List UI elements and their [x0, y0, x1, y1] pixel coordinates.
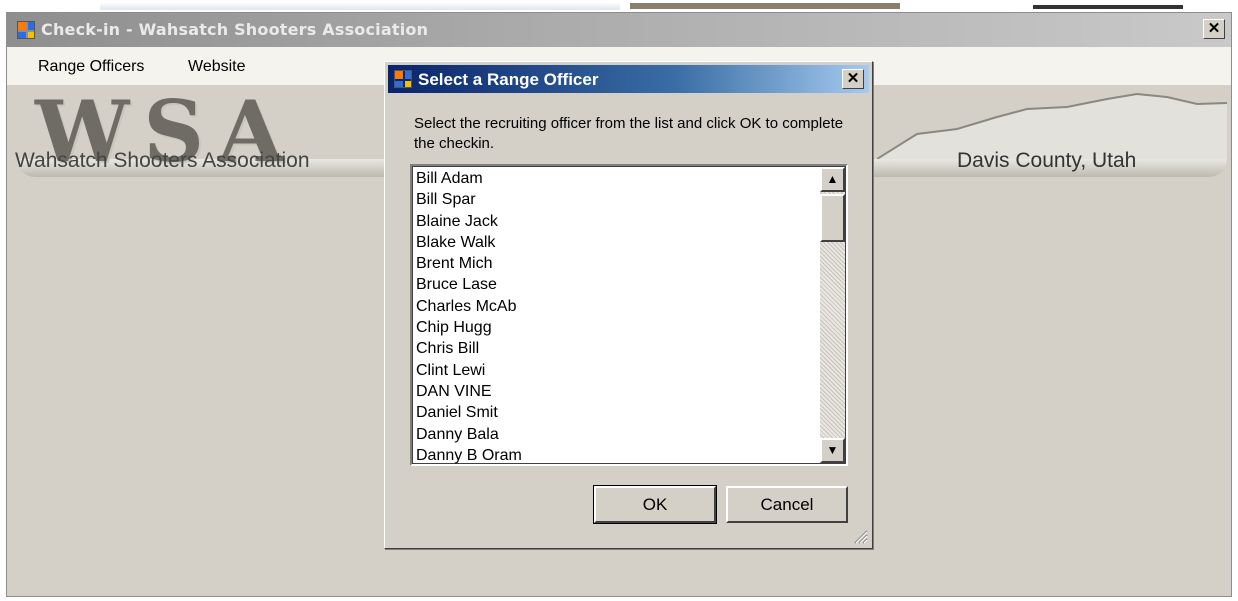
main-window-title: Check-in - Wahsatch Shooters Association: [41, 20, 429, 39]
ok-button[interactable]: OK: [593, 485, 717, 524]
location-text: Davis County, Utah: [957, 149, 1137, 172]
dialog-title-bar[interactable]: Select a Range Officer ✕: [388, 65, 869, 93]
cancel-button[interactable]: Cancel: [726, 486, 848, 523]
list-item[interactable]: Clint Lewi: [416, 360, 522, 381]
background-window-fragment: [1033, 5, 1183, 9]
list-item[interactable]: Brent Mich: [416, 253, 522, 274]
menu-website[interactable]: Website: [188, 58, 246, 76]
officer-list: Bill Adam Bill Spar Blaine Jack Blake Wa…: [416, 168, 522, 464]
list-item[interactable]: Charles McAb: [416, 296, 522, 317]
background-window-strip: [0, 0, 1238, 12]
dialog-prompt: Select the recruiting officer from the l…: [414, 115, 844, 152]
list-item[interactable]: Bill Spar: [416, 189, 522, 210]
main-title-bar[interactable]: Check-in - Wahsatch Shooters Association…: [7, 13, 1231, 47]
main-close-button[interactable]: ✕: [1203, 19, 1225, 39]
select-officer-dialog: Select a Range Officer ✕ Select the recr…: [384, 61, 873, 549]
list-item[interactable]: Danny Bala: [416, 424, 522, 445]
list-item[interactable]: Chip Hugg: [416, 317, 522, 338]
list-item[interactable]: DAN VINE: [416, 381, 522, 402]
list-item[interactable]: Bruce Lase: [416, 274, 522, 295]
list-item[interactable]: Blaine Jack: [416, 211, 522, 232]
app-icon[interactable]: [17, 21, 35, 39]
scroll-down-button[interactable]: ▼: [820, 438, 845, 463]
org-name: Wahsatch Shooters Association: [15, 149, 310, 172]
dialog-close-button[interactable]: ✕: [842, 69, 864, 89]
scroll-up-button[interactable]: ▲: [820, 167, 845, 192]
resize-grip-icon[interactable]: [850, 526, 868, 544]
menu-range-officers[interactable]: Range Officers: [38, 58, 144, 76]
list-item[interactable]: Chris Bill: [416, 338, 522, 359]
dialog-app-icon[interactable]: [394, 70, 412, 88]
screen-bottom-edge: [0, 597, 1238, 601]
vertical-scrollbar[interactable]: ▲ ▼: [820, 167, 845, 463]
list-item[interactable]: Daniel Smit: [416, 402, 522, 423]
background-window-fragment: [630, 3, 900, 9]
scroll-thumb[interactable]: [820, 194, 845, 242]
officer-listbox[interactable]: Bill Adam Bill Spar Blaine Jack Blake Wa…: [410, 164, 848, 466]
list-item[interactable]: Danny B Oram: [416, 445, 522, 464]
background-window-fragment: [100, 2, 620, 10]
dialog-title: Select a Range Officer: [418, 70, 599, 89]
list-item[interactable]: Bill Adam: [416, 168, 522, 189]
list-item[interactable]: Blake Walk: [416, 232, 522, 253]
